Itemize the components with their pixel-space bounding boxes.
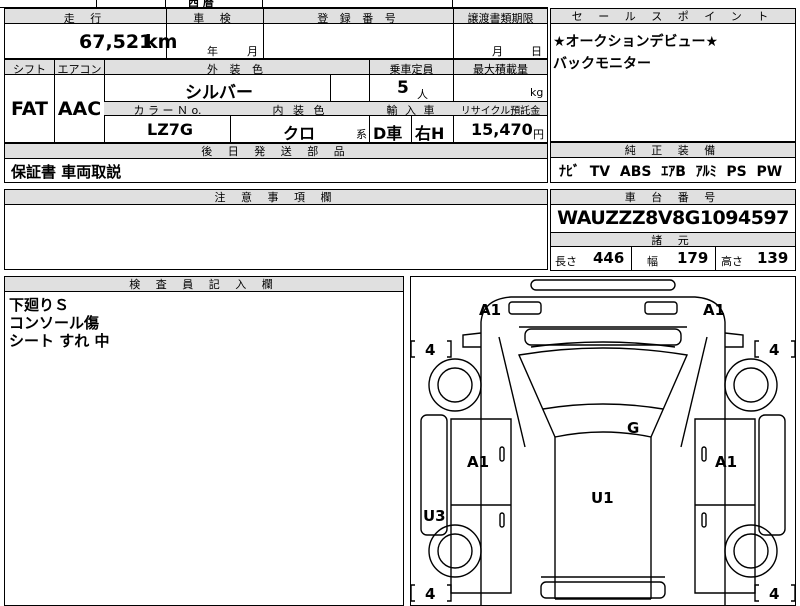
interior-color-value: クロ [283,124,316,143]
sales-points-label: セ ー ル ス ポ イ ン ト [551,9,795,24]
mark-roof: G [627,419,639,437]
max-load-unit: kg [530,86,544,99]
length-value: 446 [593,249,625,267]
shift-value: FAT [11,98,48,120]
later-parts-value: 保証書 車両取説 [11,163,122,181]
mark-tire-front-left: 4 [425,341,435,359]
mileage-label: 走 行 [63,12,108,25]
car-damage-diagram: A1 A1 4 4 4 4 G A1 A1 U1 U3 [410,276,796,606]
height-value: 139 [757,249,789,267]
deadline-month-unit: 月 [492,45,503,58]
mark-front-right: A1 [703,301,725,319]
car-outline-icon: A1 A1 4 4 4 4 G A1 A1 U1 U3 [411,279,795,605]
later-parts-label: 後 日 発 送 部 品 [5,144,547,159]
recycle-unit: 円 [533,128,544,141]
equipment-value: ﾅﾋﾞ TV ABS ｴｱB ｱﾙﾐ PS PW [559,164,783,180]
height-label: 高さ [721,255,743,268]
sales-point-1: ★オークションデビュー★ [553,34,719,50]
equipment-label: 純 正 装 備 [551,143,795,158]
exterior-color-value: シルバー [185,83,253,103]
inspection-year-unit: 年 [207,45,218,58]
dimensions-label: 諸 元 [551,232,795,247]
capacity-unit: 人 [417,88,428,101]
mark-rear-left: U3 [423,507,446,525]
spec-table: シフト エアコン 外 装 色 乗車定員 最大積載量 FAT AAC シルバー 5… [4,59,548,143]
chassis-box: 車 台 番 号 WAUZZZ8V8G1094597 諸 元 長さ 446 幅 1… [550,189,796,271]
import-value-drive: D車 [373,124,403,143]
recycle-label: リサイクル預託金 [460,106,541,117]
top-partial-strip: 西 暦 [0,0,548,9]
capacity-value: 5 [397,78,409,98]
deadline-day-unit: 日 [531,45,542,58]
recycle-value: 15,470 [471,120,533,139]
max-load-label: 最大積載量 [473,63,528,76]
mileage-unit: km [145,31,178,53]
width-label: 幅 [647,255,658,268]
inspection-month-unit: 月 [247,45,258,58]
transfer-deadline-label: 譲渡書類期限 [467,12,534,25]
mark-tire-rear-left: 4 [425,585,435,603]
sales-point-2: バックモニター [553,56,651,72]
inspector-label: 検 査 員 記 入 欄 [5,277,403,292]
width-value: 179 [677,249,709,267]
notes-label: 注 意 事 項 欄 [5,190,547,205]
mark-tire-front-right: 4 [769,341,779,359]
sales-points-box: セ ー ル ス ポ イ ン ト ★オークションデビュー★ バックモニター [550,8,796,142]
aircon-value: AAC [57,98,102,120]
exterior-color-label: 外 装 色 [207,63,267,76]
import-value-handle: 右H [415,124,445,143]
later-parts-box: 後 日 発 送 部 品 保証書 車両取説 [4,143,548,183]
top-info-table: 走 行 車 検 登 録 番 号 譲渡書類期限 67,521 km 年 月 月 日 [4,8,548,59]
color-no-label: カ ラ ー Ｎ o. [133,104,202,117]
color-no-value: LZ7G [147,120,194,139]
chassis-value: WAUZZZ8V8G1094597 [557,207,789,229]
interior-color-suffix: 系 [356,128,367,141]
mileage-value: 67,521 [79,31,153,53]
length-label: 長さ [555,255,577,268]
mark-tire-rear-right: 4 [769,585,779,603]
registration-label: 登 録 番 号 [317,12,400,25]
interior-color-label: 内 装 色 [272,104,328,117]
mark-door-left: A1 [467,453,489,471]
capacity-label: 乗車定員 [389,63,434,76]
mark-front-left: A1 [479,301,501,319]
equipment-box: 純 正 装 備 ﾅﾋﾞ TV ABS ｴｱB ｱﾙﾐ PS PW [550,142,796,183]
inspection-label: 車 検 [193,12,237,25]
mark-door-right: A1 [715,453,737,471]
inspector-line-3: シート すれ 中 [9,332,110,350]
inspector-box: 検 査 員 記 入 欄 下廻りＳ コンソール傷 シート すれ 中 [4,276,404,606]
import-label: 輸 入 車 [386,104,437,117]
shift-label: シフト [13,63,46,76]
aircon-label: エアコン [57,63,102,76]
notes-box: 注 意 事 項 欄 [4,189,548,270]
mark-center: U1 [591,489,614,507]
chassis-label: 車 台 番 号 [551,190,795,205]
